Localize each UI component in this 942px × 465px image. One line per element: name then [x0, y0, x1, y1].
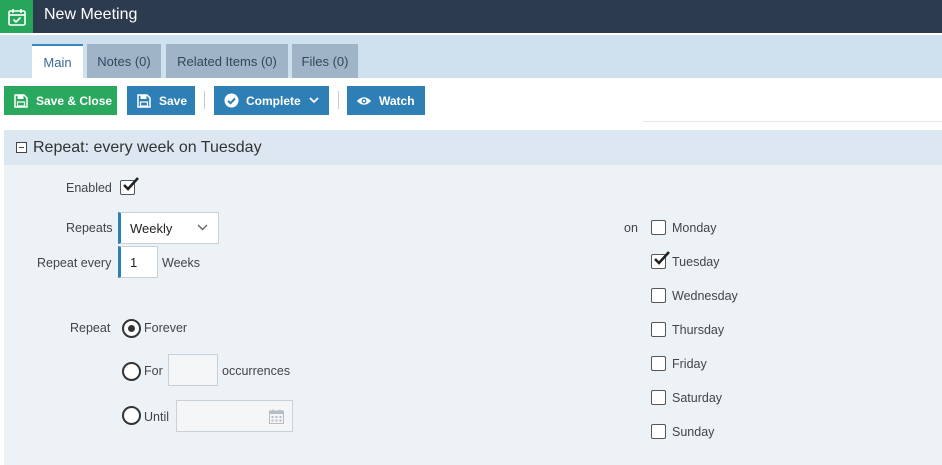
- watch-label: Watch: [379, 93, 415, 108]
- day-checkbox-friday[interactable]: [651, 356, 666, 371]
- repeat-every-value: 1: [130, 254, 138, 270]
- day-label-wednesday: Wednesday: [672, 289, 738, 303]
- tab-related-items[interactable]: Related Items (0): [166, 44, 288, 78]
- toolbar: Save & Close Save Complete Watch: [0, 78, 942, 122]
- day-label-tuesday: Tuesday: [672, 255, 720, 269]
- tab-files[interactable]: Files (0): [292, 44, 358, 78]
- until-label: Until: [144, 410, 170, 424]
- day-label-monday: Monday: [672, 221, 717, 235]
- chevron-down-icon: [309, 97, 319, 104]
- collapse-icon[interactable]: [16, 142, 27, 153]
- tab-main[interactable]: Main: [32, 44, 83, 78]
- forever-label: Forever: [144, 321, 188, 335]
- repeats-value: Weekly: [130, 220, 173, 236]
- save-button[interactable]: Save: [127, 86, 195, 115]
- check-circle-icon: [223, 93, 239, 109]
- repeat-every-label: Repeat every: [37, 256, 112, 270]
- save-label: Save: [159, 93, 188, 108]
- tab-notes[interactable]: Notes (0): [87, 44, 161, 78]
- check-icon: [654, 251, 670, 265]
- day-label-thursday: Thursday: [672, 323, 725, 337]
- until-radio[interactable]: [122, 406, 141, 425]
- on-label: on: [624, 221, 638, 235]
- repeat-label: Repeat: [70, 321, 111, 335]
- repeats-label: Repeats: [66, 221, 113, 235]
- calendar-icon[interactable]: [269, 409, 284, 424]
- complete-button[interactable]: Complete: [214, 86, 329, 115]
- repeats-select[interactable]: Weekly: [118, 212, 219, 244]
- complete-label: Complete: [246, 93, 301, 108]
- save-close-button[interactable]: Save & Close: [4, 86, 117, 115]
- repeat-every-unit: Weeks: [162, 256, 200, 270]
- repeat-every-input[interactable]: 1: [118, 246, 158, 278]
- check-icon: [123, 177, 139, 191]
- repeat-panel-header[interactable]: Repeat: every week on Tuesday: [4, 130, 942, 165]
- calendar-check-icon: [0, 0, 33, 33]
- day-checkbox-saturday[interactable]: [651, 390, 666, 405]
- repeat-panel-title: Repeat: every week on Tuesday: [33, 139, 262, 156]
- toolbar-divider: [204, 91, 205, 109]
- day-checkbox-sunday[interactable]: [651, 424, 666, 439]
- day-checkbox-thursday[interactable]: [651, 322, 666, 337]
- save-icon: [136, 93, 152, 109]
- chevron-down-icon: [197, 224, 208, 231]
- toolbar-divider-line: [643, 121, 942, 122]
- until-date-input[interactable]: [176, 400, 293, 432]
- repeat-panel: Repeat: every week on Tuesday Enabled Re…: [4, 130, 942, 465]
- day-checkbox-tuesday[interactable]: [651, 251, 670, 269]
- enabled-label: Enabled: [66, 181, 112, 195]
- eye-icon: [356, 93, 372, 109]
- for-label: For: [144, 364, 163, 378]
- tab-strip: Main Notes (0) Related Items (0) Files (…: [0, 35, 942, 78]
- occurrences-label: occurrences: [222, 364, 291, 378]
- day-checkbox-wednesday[interactable]: [651, 288, 666, 303]
- for-radio[interactable]: [122, 362, 141, 381]
- day-checkbox-monday[interactable]: [651, 220, 666, 235]
- save-icon: [13, 93, 29, 109]
- day-label-friday: Friday: [672, 357, 707, 371]
- forever-radio[interactable]: [122, 319, 141, 338]
- page-title: New Meeting: [44, 6, 138, 23]
- title-bar: New Meeting: [0, 0, 942, 33]
- watch-button[interactable]: Watch: [347, 86, 425, 115]
- enabled-checkbox[interactable]: [120, 177, 139, 195]
- day-label-sunday: Sunday: [672, 425, 715, 439]
- day-label-saturday: Saturday: [672, 391, 723, 405]
- toolbar-divider: [338, 91, 339, 109]
- occurrences-input[interactable]: [168, 354, 218, 386]
- save-close-label: Save & Close: [36, 93, 113, 108]
